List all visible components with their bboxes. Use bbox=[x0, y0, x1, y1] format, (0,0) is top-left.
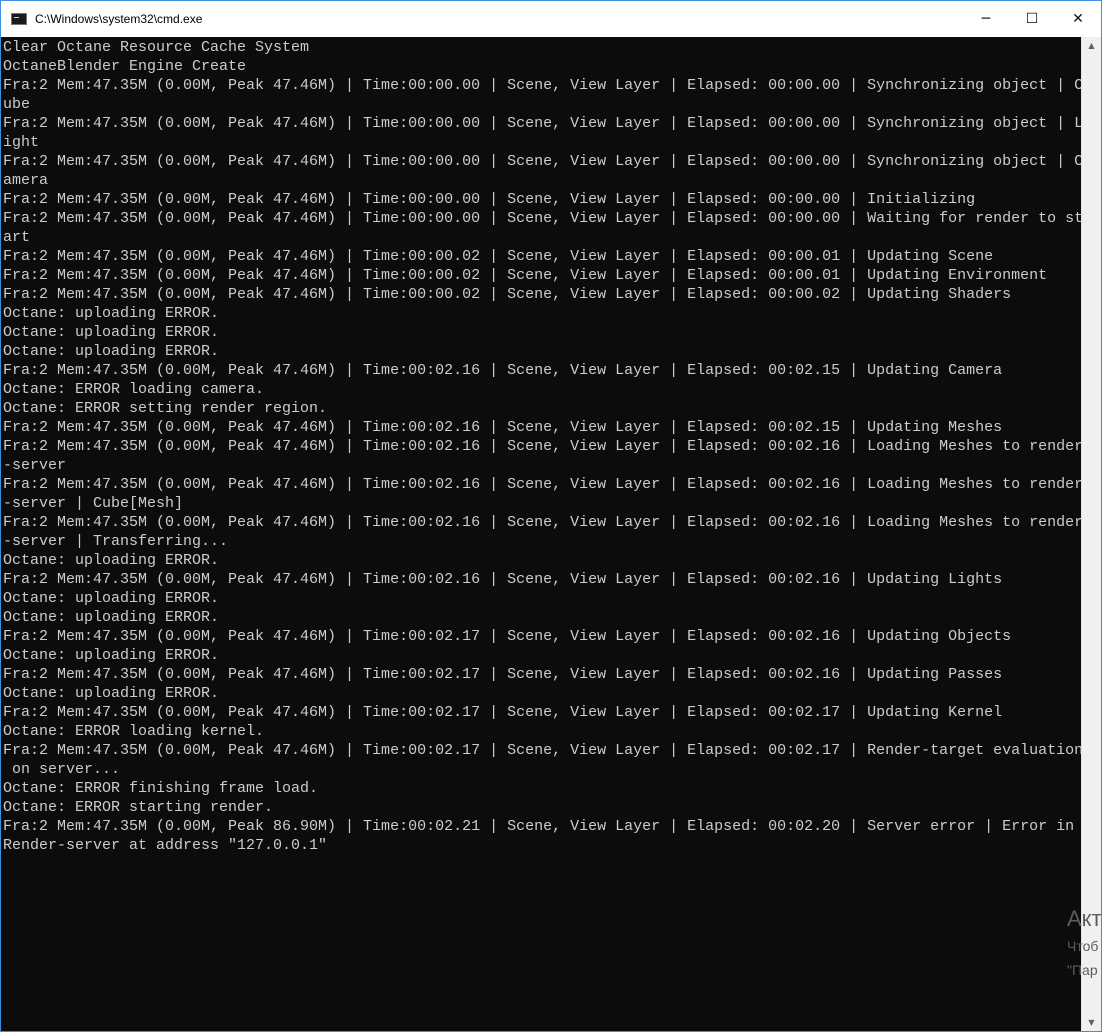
console-line: Fra:2 Mem:47.35M (0.00M, Peak 47.46M) | … bbox=[3, 628, 1012, 645]
activation-watermark: Акт Чтоб "Пар bbox=[1067, 904, 1102, 982]
console-line: Octane: ERROR loading kernel. bbox=[3, 723, 265, 740]
console-line: -server bbox=[3, 457, 67, 474]
scroll-down-arrow-icon[interactable]: ▼ bbox=[1082, 1014, 1101, 1031]
console-line: Fra:2 Mem:47.35M (0.00M, Peak 47.46M) | … bbox=[3, 115, 1081, 132]
console-line: Octane: uploading ERROR. bbox=[3, 685, 220, 702]
console-line: Fra:2 Mem:47.35M (0.00M, Peak 47.46M) | … bbox=[3, 286, 1012, 303]
console-line: on server... bbox=[3, 761, 121, 778]
console-line: Fra:2 Mem:47.35M (0.00M, Peak 47.46M) | … bbox=[3, 438, 1081, 455]
console-line: Clear Octane Resource Cache System bbox=[3, 39, 310, 56]
console-line: Render-server at address "127.0.0.1" bbox=[3, 837, 328, 854]
title-bar[interactable]: C:\Windows\system32\cmd.exe ─ ☐ ✕ bbox=[1, 1, 1101, 37]
console-line: Octane: ERROR finishing frame load. bbox=[3, 780, 319, 797]
watermark-line: Чтоб bbox=[1067, 938, 1099, 954]
console-line: Fra:2 Mem:47.35M (0.00M, Peak 47.46M) | … bbox=[3, 210, 1081, 227]
console-line: Octane: uploading ERROR. bbox=[3, 609, 220, 626]
cmd-window: C:\Windows\system32\cmd.exe ─ ☐ ✕ Clear … bbox=[0, 0, 1102, 1032]
console-line: Octane: ERROR loading camera. bbox=[3, 381, 265, 398]
console-line: Fra:2 Mem:47.35M (0.00M, Peak 47.46M) | … bbox=[3, 514, 1081, 531]
console-line: Fra:2 Mem:47.35M (0.00M, Peak 47.46M) | … bbox=[3, 419, 1003, 436]
console-line: Fra:2 Mem:47.35M (0.00M, Peak 47.46M) | … bbox=[3, 153, 1081, 170]
console-line: amera bbox=[3, 172, 49, 189]
console-line: Fra:2 Mem:47.35M (0.00M, Peak 47.46M) | … bbox=[3, 362, 1003, 379]
console-line: Octane: uploading ERROR. bbox=[3, 343, 220, 360]
console-line: Fra:2 Mem:47.35M (0.00M, Peak 47.46M) | … bbox=[3, 704, 1003, 721]
close-button[interactable]: ✕ bbox=[1055, 1, 1101, 37]
console-line: Fra:2 Mem:47.35M (0.00M, Peak 47.46M) | … bbox=[3, 267, 1048, 284]
console-line: Octane: ERROR starting render. bbox=[3, 799, 274, 816]
vertical-scrollbar[interactable]: ▲ ▼ bbox=[1081, 37, 1101, 1031]
console-line: Fra:2 Mem:47.35M (0.00M, Peak 47.46M) | … bbox=[3, 571, 1003, 588]
watermark-line: "Пар bbox=[1067, 962, 1098, 978]
minimize-button[interactable]: ─ bbox=[963, 1, 1009, 37]
console-output[interactable]: Clear Octane Resource Cache System Octane… bbox=[1, 37, 1081, 1031]
console-line: Fra:2 Mem:47.35M (0.00M, Peak 47.46M) | … bbox=[3, 476, 1081, 493]
console-line: Fra:2 Mem:47.35M (0.00M, Peak 47.46M) | … bbox=[3, 742, 1081, 759]
console-line: Fra:2 Mem:47.35M (0.00M, Peak 47.46M) | … bbox=[3, 248, 994, 265]
console-line: Octane: uploading ERROR. bbox=[3, 590, 220, 607]
maximize-button[interactable]: ☐ bbox=[1009, 1, 1055, 37]
window-controls: ─ ☐ ✕ bbox=[963, 1, 1101, 37]
scroll-up-arrow-icon[interactable]: ▲ bbox=[1082, 37, 1101, 54]
console-line: Octane: ERROR setting render region. bbox=[3, 400, 328, 417]
console-line: Fra:2 Mem:47.35M (0.00M, Peak 47.46M) | … bbox=[3, 666, 1003, 683]
console-line: ube bbox=[3, 96, 31, 113]
console-line: Fra:2 Mem:47.35M (0.00M, Peak 47.46M) | … bbox=[3, 191, 976, 208]
console-line: ight bbox=[3, 134, 40, 151]
console-line: Fra:2 Mem:47.35M (0.00M, Peak 47.46M) | … bbox=[3, 77, 1081, 94]
console-line: OctaneBlender Engine Create bbox=[3, 58, 247, 75]
console-line: Octane: uploading ERROR. bbox=[3, 324, 220, 341]
console-line: Octane: uploading ERROR. bbox=[3, 552, 220, 569]
console-line: Octane: uploading ERROR. bbox=[3, 305, 220, 322]
console-line: Fra:2 Mem:47.35M (0.00M, Peak 86.90M) | … bbox=[3, 818, 1075, 835]
console-app-icon[interactable] bbox=[11, 13, 27, 25]
console-line: Octane: uploading ERROR. bbox=[3, 647, 220, 664]
window-title: C:\Windows\system32\cmd.exe bbox=[35, 12, 203, 26]
console-line: -server | Transferring... bbox=[3, 533, 229, 550]
watermark-title: Акт bbox=[1067, 906, 1102, 931]
console-line: art bbox=[3, 229, 31, 246]
console-line: -server | Cube[Mesh] bbox=[3, 495, 184, 512]
